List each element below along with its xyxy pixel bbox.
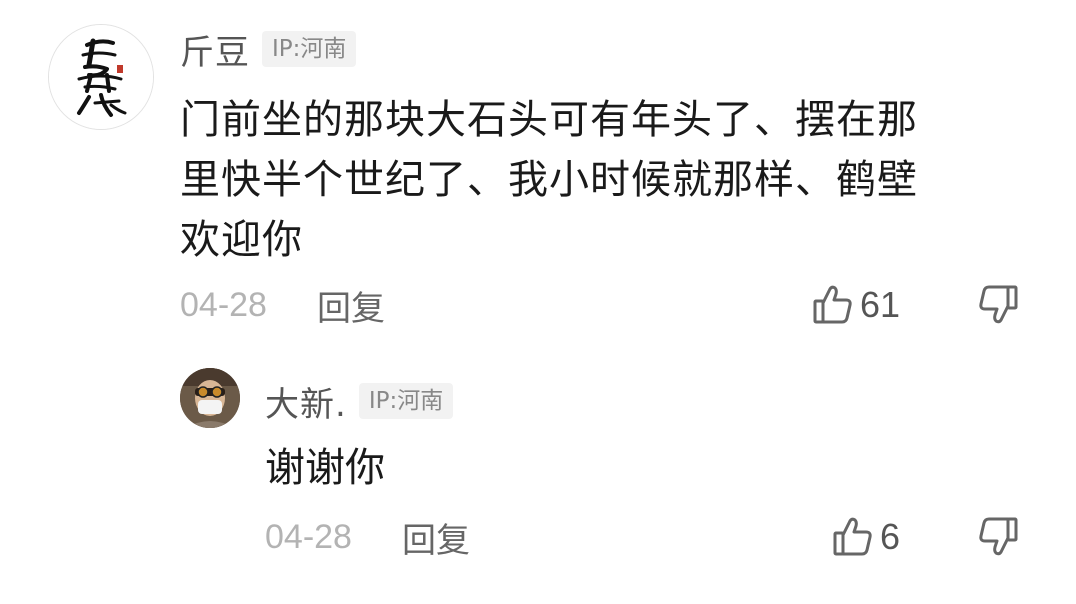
reply-button[interactable]: 回复 [402,513,470,562]
author-header: 大新. IP:河南 [265,377,454,426]
ip-location-badge: IP:河南 [358,383,454,419]
thumbs-up-icon [813,285,852,324]
comment-line: 里快半个世纪了、我小时候就那样、鹤壁 [180,157,918,203]
like-button[interactable]: 61 [812,282,900,328]
dislike-button[interactable] [976,516,1020,560]
comment-meta: 04-28 回复 [265,513,470,562]
thumbs-up-icon [833,517,872,556]
like-button[interactable]: 6 [832,514,900,560]
thumbs-down-icon [979,285,1018,324]
user-photo-icon [180,368,240,428]
author-name[interactable]: 大新. [265,377,347,426]
comment-body: 门前坐的那块大石头可有年头了、摆在那 里快半个世纪了、我小时候就那样、鹤壁 欢迎… [180,90,1000,270]
calligraphy-logo-icon [49,25,153,129]
like-count: 6 [880,516,901,557]
ip-location-badge: IP:河南 [262,31,357,67]
author-header: 斤豆 IP:河南 [180,25,357,74]
avatar-reply[interactable] [180,368,240,428]
author-name[interactable]: 斤豆 [180,25,250,74]
comment-meta: 04-28 回复 [180,281,385,330]
dislike-button[interactable] [976,284,1020,328]
comment-line: 欢迎你 [180,217,303,263]
thumbs-down-icon [979,517,1018,556]
reply-button[interactable]: 回复 [317,281,385,330]
comment-date: 04-28 [180,285,267,324]
comment-line: 门前坐的那块大石头可有年头了、摆在那 [180,97,918,143]
comment-date: 04-28 [265,517,352,556]
comment-body: 谢谢你 [265,445,385,491]
avatar-main[interactable] [48,24,154,130]
like-count: 61 [860,284,901,325]
